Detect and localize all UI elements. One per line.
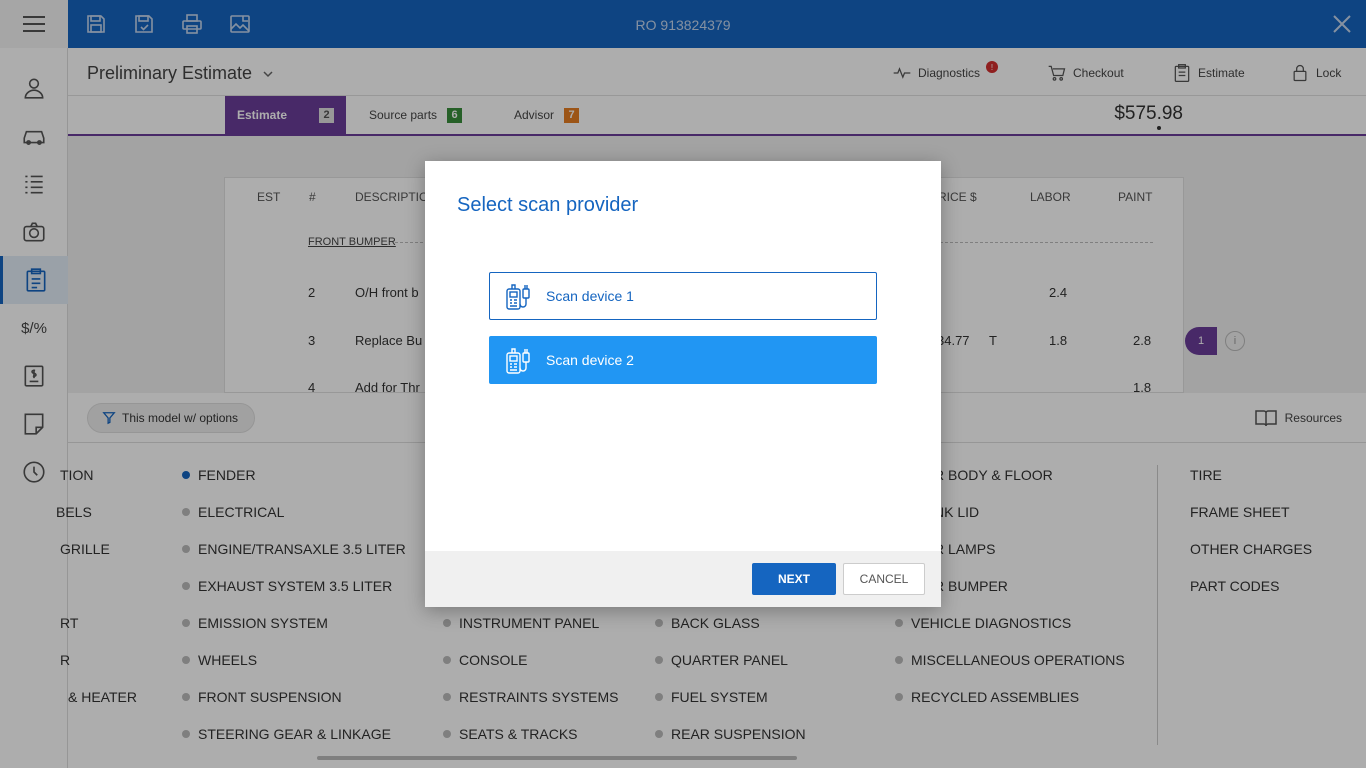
dialog-title: Select scan provider bbox=[457, 194, 639, 216]
scan-device-icon bbox=[506, 348, 530, 374]
dialog-footer: NEXT CANCEL bbox=[425, 551, 941, 607]
next-button[interactable]: NEXT bbox=[752, 563, 836, 595]
cancel-button[interactable]: CANCEL bbox=[843, 563, 925, 595]
scan-provider-dialog: Select scan provider Scan device 1 Scan … bbox=[425, 161, 941, 607]
scan-device-1-option[interactable]: Scan device 1 bbox=[489, 272, 877, 320]
scan-device-2-option[interactable]: Scan device 2 bbox=[489, 336, 877, 384]
provider-label: Scan device 1 bbox=[546, 288, 634, 304]
provider-label: Scan device 2 bbox=[546, 352, 634, 368]
scan-device-icon bbox=[506, 284, 530, 310]
